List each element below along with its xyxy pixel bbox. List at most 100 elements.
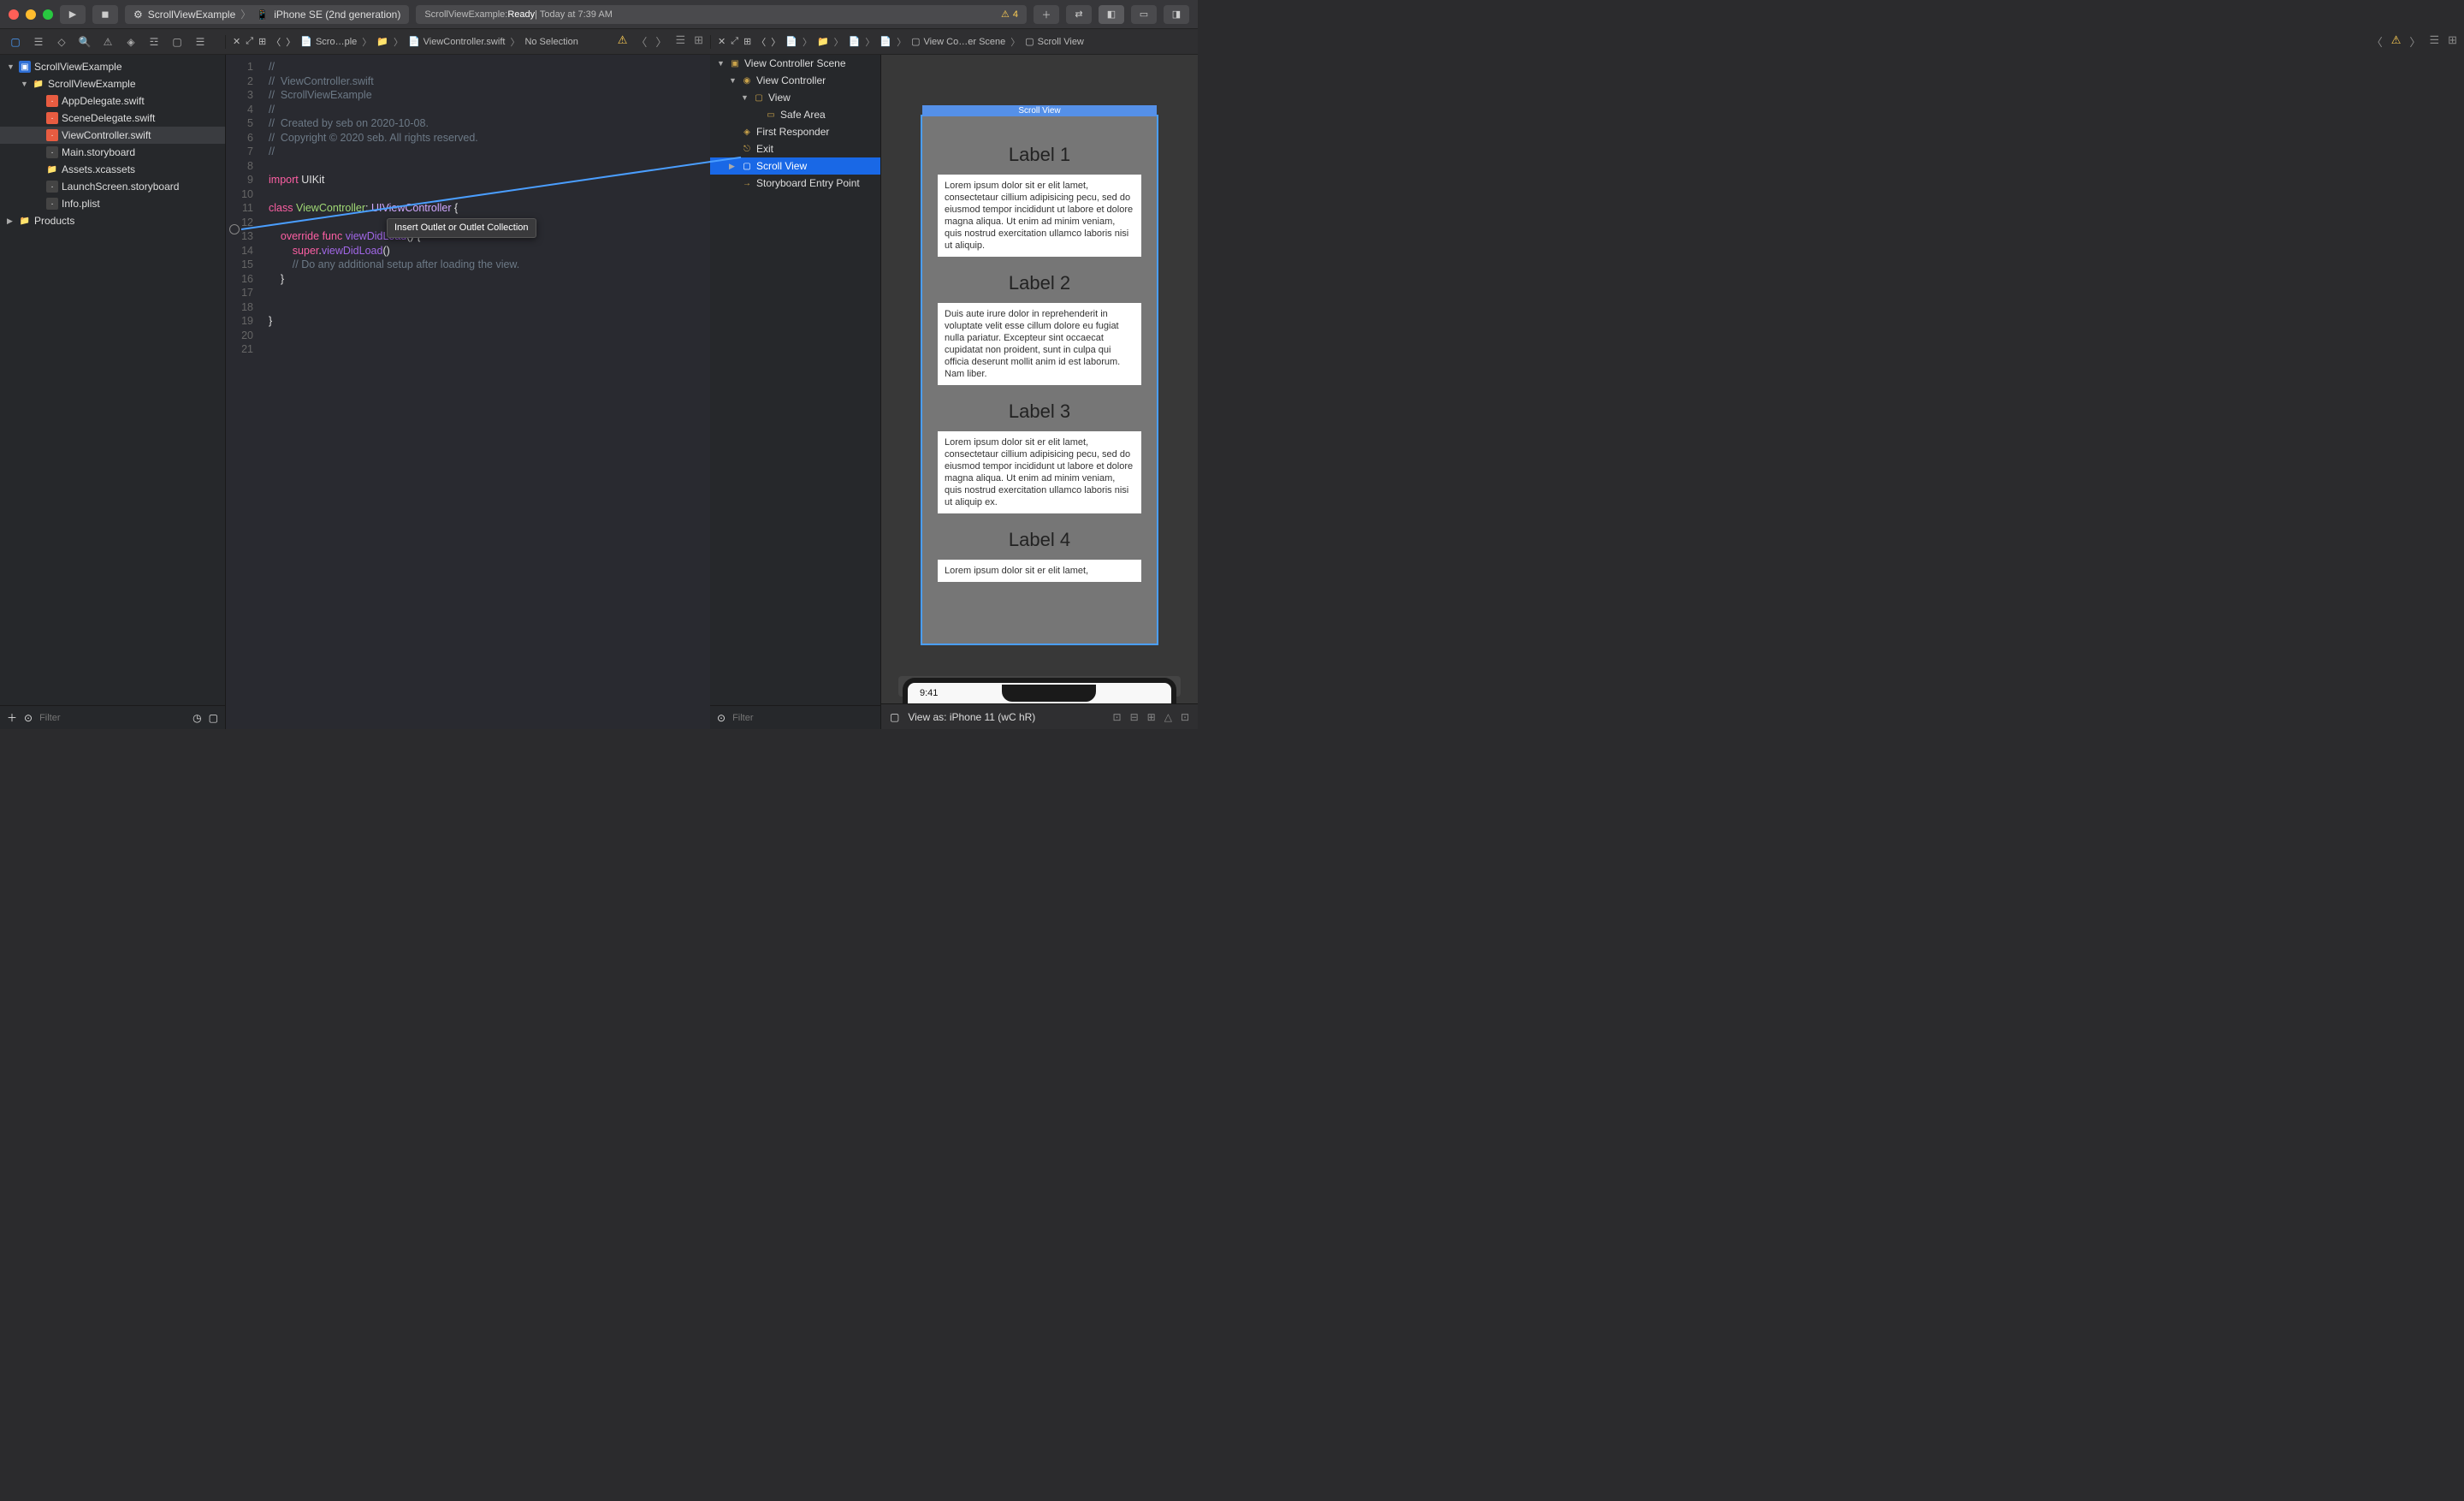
close-button[interactable] — [9, 9, 19, 20]
issues-prev-icon[interactable]: 〈 — [2372, 33, 2383, 50]
test-navigator-tab[interactable]: ◈ — [124, 35, 138, 49]
activity-viewer[interactable]: ScrollViewExample: Ready | Today at 7:39… — [416, 5, 1027, 24]
right-panel-toggle[interactable]: ◨ — [1164, 5, 1189, 24]
add-icon[interactable]: ＋ — [7, 710, 17, 725]
outline-row[interactable]: ◈First Responder — [710, 123, 880, 140]
jumpbar-file[interactable]: 📄 ViewController.swift — [408, 36, 505, 47]
jumpbar-file-icon[interactable]: 📄 — [849, 36, 861, 47]
editor-jumpbar[interactable]: ✕ ⤢ ⊞ 〈 〉 📄 Scro…ple 〉 📁 〉 📄 ViewControl… — [226, 33, 710, 50]
issues-nav-icon[interactable]: 〉 — [655, 33, 666, 50]
zoom-button[interactable] — [43, 9, 53, 20]
source-control-tab[interactable]: ☰ — [32, 35, 45, 49]
scm-icon[interactable]: ▢ — [209, 712, 218, 724]
canvas-textview[interactable]: Duis aute irure dolor in reprehenderit i… — [938, 303, 1141, 385]
canvas-textview[interactable]: Lorem ipsum dolor sit er elit lamet, con… — [938, 431, 1141, 513]
tree-row[interactable]: ·SceneDelegate.swift — [0, 110, 225, 127]
code-area[interactable]: //// ViewController.swift// ScrollViewEx… — [260, 55, 710, 729]
line-gutter[interactable]: 123456789101112131415161718192021 — [226, 55, 260, 729]
breakpoint-navigator-tab[interactable]: ▢ — [170, 35, 184, 49]
minimap-icon[interactable]: ☰ — [675, 33, 685, 50]
back-icon[interactable]: 〈 — [756, 35, 766, 49]
canvas-label[interactable]: Label 1 — [938, 144, 1141, 166]
canvas-textview[interactable]: Lorem ipsum dolor sit er elit lamet, — [938, 560, 1141, 582]
outline-row[interactable]: ▼▢View — [710, 89, 880, 106]
jumpbar-file-icon[interactable]: 📄 — [785, 36, 797, 47]
jumpbar-selection[interactable]: No Selection — [524, 37, 578, 47]
outline-row[interactable]: ▭Safe Area — [710, 106, 880, 123]
find-navigator-tab[interactable]: 🔍 — [78, 35, 92, 49]
close-split-icon[interactable]: ✕ — [233, 36, 240, 47]
stop-button[interactable]: ◼ — [92, 5, 118, 24]
tree-row[interactable]: ▼▣ScrollViewExample — [0, 58, 225, 75]
pin-icon[interactable]: ⊞ — [1147, 711, 1156, 723]
library-button[interactable]: ＋ — [1034, 5, 1059, 24]
tree-row[interactable]: ·ViewController.swift — [0, 127, 225, 144]
navigator-filter-input[interactable] — [39, 713, 186, 723]
recent-icon[interactable]: ◷ — [192, 712, 201, 724]
forward-icon[interactable]: 〉 — [286, 35, 295, 49]
related-items-icon[interactable]: ⊞ — [258, 36, 266, 47]
issues-nav-icon[interactable]: 〈 — [636, 33, 647, 50]
jumpbar-scene[interactable]: ▢ View Co…er Scene — [911, 36, 1005, 47]
view-as-label[interactable]: View as: iPhone 11 (wC hR) — [908, 711, 1035, 723]
outlet-connection-handle[interactable] — [229, 224, 240, 234]
tree-row[interactable]: ▶📁Products — [0, 212, 225, 229]
outline-row[interactable]: ▼▣View Controller Scene — [710, 55, 880, 72]
left-panel-toggle[interactable]: ◧ — [1099, 5, 1124, 24]
tree-row[interactable]: 📁Assets.xcassets — [0, 161, 225, 178]
embed-icon[interactable]: ⊡ — [1181, 711, 1189, 723]
jumpbar-scrollview[interactable]: ▢ Scroll View — [1025, 36, 1084, 47]
forward-icon[interactable]: 〉 — [771, 35, 780, 49]
scheme-selector[interactable]: ⚙︎ ScrollViewExample 〉 📱 iPhone SE (2nd … — [125, 5, 409, 24]
code-review-button[interactable]: ⇄ — [1066, 5, 1092, 24]
jumpbar-proj[interactable]: 📄 Scro…ple — [300, 36, 357, 47]
project-navigator-tab[interactable]: ▢ — [9, 35, 22, 49]
jumpbar-folder-icon[interactable]: 📁 — [817, 36, 829, 47]
outline-filter-input[interactable] — [732, 713, 874, 723]
zoom-fit-icon[interactable]: ⊡ — [1113, 711, 1122, 723]
add-editor-icon[interactable]: ⊞ — [2448, 33, 2457, 50]
outline-tree[interactable]: ▼▣View Controller Scene▼◉View Controller… — [710, 55, 880, 705]
expand-icon[interactable]: ⤢ — [731, 36, 738, 47]
jumpbar-file-icon[interactable]: 📄 — [880, 36, 891, 47]
related-items-icon[interactable]: ⊞ — [743, 36, 751, 47]
canvas-label[interactable]: Label 4 — [938, 529, 1141, 551]
scroll-view[interactable]: Scroll View Label 1Lorem ipsum dolor sit… — [921, 115, 1158, 645]
outline-row[interactable]: ▼◉View Controller — [710, 72, 880, 89]
report-navigator-tab[interactable]: ☰ — [193, 35, 207, 49]
jumpbar-folder[interactable]: 📁 — [376, 36, 388, 47]
warning-icon[interactable]: ⚠ — [2391, 33, 2402, 50]
warning-icon[interactable]: ⚠ — [618, 33, 628, 50]
canvas-jumpbar[interactable]: ✕ ⤢ ⊞ 〈 〉 📄〉 📁〉 📄〉 📄〉 ▢ View Co…er Scene… — [710, 35, 1198, 49]
canvas-bottombar[interactable]: ▢ View as: iPhone 11 (wC hR) ⊡ ⊟ ⊞ △ ⊡ — [881, 703, 1198, 729]
symbol-navigator-tab[interactable]: ◇ — [55, 35, 68, 49]
canvas-body[interactable]: Scroll View Label 1Lorem ipsum dolor sit… — [881, 55, 1198, 703]
tree-row[interactable]: ▼📁ScrollViewExample — [0, 75, 225, 92]
outline-row[interactable]: ▶▢Scroll View — [710, 157, 880, 175]
issue-navigator-tab[interactable]: ⚠ — [101, 35, 115, 49]
align-icon[interactable]: ⊟ — [1130, 711, 1139, 723]
back-icon[interactable]: 〈 — [271, 35, 281, 49]
run-button[interactable]: ▶ — [60, 5, 86, 24]
minimap-icon[interactable]: ☰ — [2429, 33, 2439, 50]
canvas-label[interactable]: Label 2 — [938, 272, 1141, 294]
issues-next-icon[interactable]: 〉 — [2409, 33, 2420, 50]
canvas-textview[interactable]: Lorem ipsum dolor sit er elit lamet, con… — [938, 175, 1141, 257]
minimize-button[interactable] — [26, 9, 36, 20]
tree-row[interactable]: ·AppDelegate.swift — [0, 92, 225, 110]
canvas-label[interactable]: Label 3 — [938, 400, 1141, 423]
add-editor-icon[interactable]: ⊞ — [694, 33, 703, 50]
debug-navigator-tab[interactable]: ☲ — [147, 35, 161, 49]
bottom-panel-toggle[interactable]: ▭ — [1131, 5, 1157, 24]
device-config-icon[interactable]: ▢ — [890, 711, 899, 723]
close-split-icon[interactable]: ✕ — [718, 36, 726, 47]
project-tree[interactable]: ▼▣ScrollViewExample▼📁ScrollViewExample·A… — [0, 55, 225, 705]
tree-row[interactable]: ·Main.storyboard — [0, 144, 225, 161]
outline-row[interactable]: ⎋Exit — [710, 140, 880, 157]
tree-row[interactable]: ·LaunchScreen.storyboard — [0, 178, 225, 195]
resolve-icon[interactable]: △ — [1164, 711, 1172, 723]
expand-icon[interactable]: ⤢ — [246, 36, 253, 47]
warnings-badge[interactable]: ⚠ 4 — [1001, 9, 1018, 20]
outline-row[interactable]: →Storyboard Entry Point — [710, 175, 880, 192]
tree-row[interactable]: ·Info.plist — [0, 195, 225, 212]
